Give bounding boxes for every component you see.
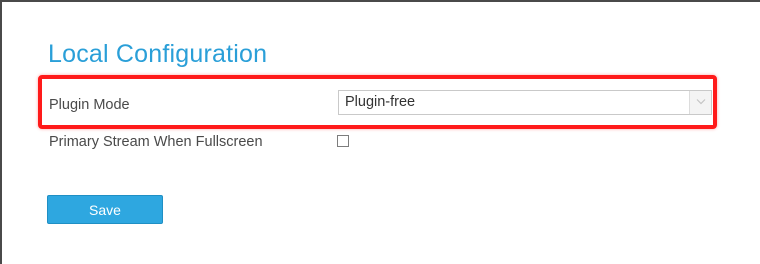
save-button[interactable]: Save [47,195,163,224]
chevron-down-icon [696,99,706,105]
dropdown-toggle[interactable] [689,91,711,114]
local-configuration-panel: Local Configuration Plugin Mode Plugin-f… [0,0,760,264]
primary-stream-label: Primary Stream When Fullscreen [49,134,263,150]
plugin-mode-label: Plugin Mode [49,97,130,113]
plugin-mode-value: Plugin-free [345,94,416,110]
plugin-mode-select[interactable]: Plugin-free [338,90,712,115]
page-title: Local Configuration [48,40,268,68]
primary-stream-checkbox[interactable] [337,135,349,147]
